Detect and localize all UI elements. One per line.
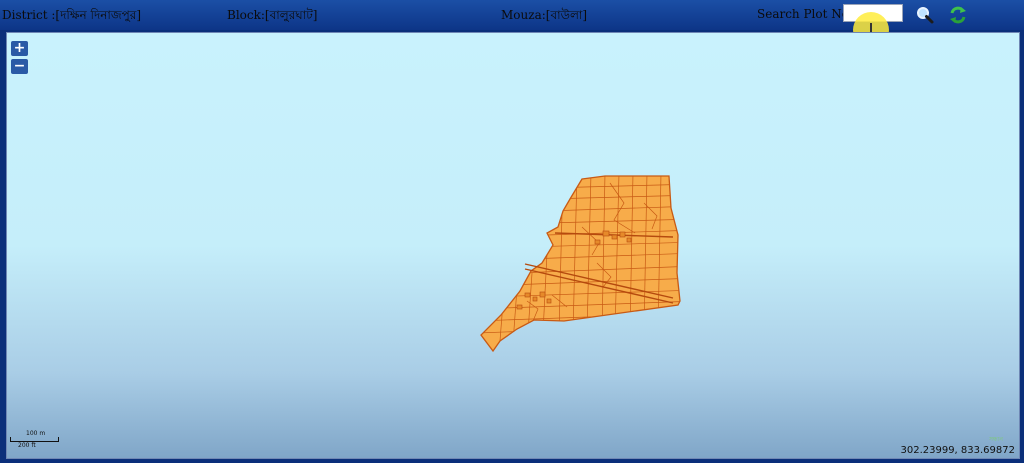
district-label: District :[দক্ষিন দিনাজপুর]	[2, 8, 142, 22]
refresh-icon[interactable]	[948, 5, 968, 25]
mouza-boundary	[480, 175, 681, 353]
header-bar: District :[দক্ষিন দিনাজপুর] Block:[বালুর…	[0, 0, 1024, 48]
corner-watermark: সন্ধান	[988, 436, 1003, 443]
scale-metric-label: 100 m	[26, 430, 46, 437]
scale-bar: 100 m 200 ft	[10, 429, 62, 449]
mouza-label: Mouza:[বাউলা]	[501, 8, 588, 22]
map-viewport[interactable]: + − 100 m 200 ft সন্ধান 302.23999, 833.6…	[6, 32, 1020, 459]
magnifier-icon[interactable]	[915, 5, 935, 25]
scale-imperial-label: 200 ft	[18, 442, 36, 449]
block-label: Block:[বালুরঘাট]	[227, 8, 318, 22]
mouza-parcel-map[interactable]	[7, 33, 1020, 459]
zoom-in-button[interactable]: +	[11, 41, 28, 56]
zoom-out-button[interactable]: −	[11, 59, 28, 74]
mouse-coordinates: 302.23999, 833.69872	[900, 445, 1015, 456]
app-window: District :[দক্ষিন দিনাজপুর] Block:[বালুর…	[0, 0, 1024, 463]
